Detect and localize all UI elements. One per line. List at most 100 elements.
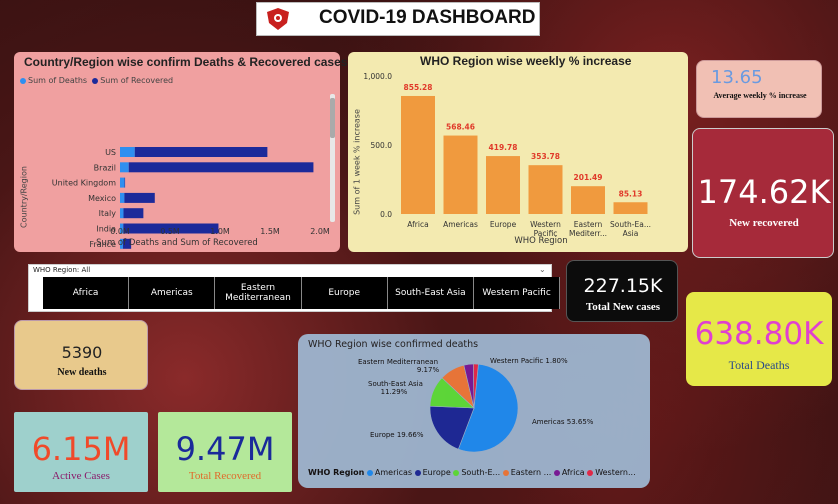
new-recovered-label: New recovered [729, 217, 799, 229]
kpi-total-deaths: 638.80K Total Deaths [686, 292, 832, 386]
pie-data-label: South-East Asia [368, 380, 423, 388]
pie-legend-item[interactable]: Americas [366, 468, 412, 477]
column-y-tick: 0.0 [380, 210, 392, 219]
column-category-label: South-Ea... [610, 220, 651, 229]
pie-legend-items: Americas Europe South-E... Eastern ... A… [366, 468, 636, 477]
total-deaths-label: Total Deaths [728, 358, 790, 372]
bar-chart-scrollbar[interactable] [330, 94, 335, 222]
total-recovered-label: Total Recovered [188, 470, 262, 482]
active-cases-label: Active Cases [52, 470, 110, 482]
bar-recovered[interactable] [124, 192, 155, 203]
kpi-total-new-cases: 227.15K Total New cases [566, 260, 678, 322]
pie-legend-item[interactable]: South-E... [451, 468, 500, 477]
bar-category-label: Mexico [88, 194, 116, 203]
bar-x-tick: 1.0M [210, 227, 230, 236]
bar-deaths[interactable] [120, 162, 129, 173]
bar-chart-plot: USBrazilUnited KingdomMexicoItalyIndiaFr… [52, 147, 330, 249]
column-category-label: Americas [443, 220, 478, 229]
bar-deaths[interactable] [120, 192, 125, 203]
bar-x-tick: 1.5M [260, 227, 280, 236]
column-data-label: 353.78 [531, 152, 560, 161]
dashboard-title: COVID-19 DASHBOARD [319, 7, 536, 28]
bar-recovered[interactable] [123, 208, 144, 219]
pie-data-label: Western Pacific 1.80% [490, 357, 568, 365]
slicer-chevron-down-icon[interactable]: ⌄ [539, 265, 546, 274]
kpi-new-deaths: 5390 New deaths [14, 320, 148, 390]
slicer-item-south-east-asia[interactable]: South-East Asia [387, 277, 474, 309]
slicer-item-western-pacific[interactable]: Western Pacific [474, 277, 561, 309]
dashboard-header: COVID-19 DASHBOARD [256, 2, 540, 36]
country-bar-chart-card: Country/Region wise confirm Deaths & Rec… [14, 52, 347, 252]
bar-recovered[interactable] [128, 162, 314, 173]
slicer-item-africa[interactable]: Africa [43, 277, 130, 309]
kpi-total-recovered: 9.47M Total Recovered [158, 412, 292, 492]
active-cases-value: 6.15M [31, 430, 131, 468]
column-bar[interactable] [613, 202, 648, 214]
bar-recovered[interactable] [134, 147, 268, 157]
column-chart-plot: 1,000.0 500.0 0.0 855.28 Africa 568.46 America… [363, 72, 651, 238]
column-data-label: 201.49 [574, 173, 603, 182]
bar-category-label: US [105, 148, 116, 157]
column-data-label: 85.13 [619, 189, 643, 198]
bar-deaths[interactable] [120, 208, 124, 219]
total-recovered-value: 9.47M [175, 430, 275, 468]
pie-data-label: 9.17% [417, 366, 440, 374]
who-weekly-column-chart-card: WHO Region wise weekly % increase Sum of… [348, 52, 688, 252]
column-category-label: Eastern [574, 220, 603, 229]
bar-x-tick: 0.0M [110, 227, 130, 236]
pie-legend-title: WHO Region [308, 468, 365, 477]
bar-deaths[interactable] [120, 177, 125, 188]
column-data-label: 568.46 [446, 123, 475, 132]
column-data-label: 855.28 [404, 83, 433, 92]
total-new-cases-label: Total New cases [585, 301, 661, 313]
scrollbar-thumb[interactable] [330, 98, 335, 138]
slicer-item-eastern-mediterranean[interactable]: Eastern Mediterranean [215, 277, 302, 309]
column-bar[interactable] [528, 165, 563, 214]
column-data-label: 419.78 [489, 143, 518, 152]
column-category-label: Europe [490, 220, 517, 229]
column-bar[interactable] [401, 95, 435, 214]
bar-deaths[interactable] [120, 147, 135, 157]
pie-legend: WHO Region Americas Europe South-E... Ea… [308, 468, 636, 477]
bar-category-label: United Kingdom [52, 179, 116, 188]
new-deaths-label: New deaths [57, 367, 107, 378]
bar-chart-xlabel: Sum of Deaths and Sum of Recovered [96, 238, 258, 248]
avg-weekly-value: 13.65 [711, 67, 763, 88]
column-category-label: Western [530, 220, 561, 229]
slicer-title: WHO Region: All [33, 266, 91, 274]
column-y-tick: 1,000.0 [363, 72, 392, 81]
column-bar[interactable] [486, 156, 520, 214]
pie-data-label: Europe 19.66% [370, 431, 424, 439]
kpi-new-recovered: 174.62K New recovered [692, 128, 834, 258]
avg-weekly-label: Average weekly % increase [713, 91, 807, 100]
pie-legend-item[interactable]: Europe [412, 468, 451, 477]
bar-x-tick: 2.0M [310, 227, 330, 236]
column-category-label: Africa [407, 220, 428, 229]
slicer-item-americas[interactable]: Americas [129, 277, 216, 309]
pie-legend-item[interactable]: Africa [551, 468, 585, 477]
kpi-avg-weekly: 13.65 Average weekly % increase [696, 60, 822, 118]
kpi-active-cases: 6.15M Active Cases [14, 412, 148, 492]
column-chart-xlabel: WHO Region [514, 236, 568, 246]
pie-chart-plot: Americas 53.65% Europe 19.66% South-East A… [358, 357, 594, 453]
bar-x-tick: 0.5M [160, 227, 180, 236]
new-recovered-value: 174.62K [697, 173, 831, 211]
new-deaths-value: 5390 [61, 343, 103, 362]
column-bar[interactable] [443, 135, 478, 214]
who-deaths-pie-chart-card: WHO Region wise confirmed deaths America… [298, 334, 650, 488]
bar-category-label: Brazil [94, 163, 116, 172]
pie-data-label: Eastern Mediterranean [358, 358, 438, 366]
shield-logo-icon [263, 7, 293, 31]
column-bar[interactable] [571, 186, 605, 214]
total-new-cases-value: 227.15K [583, 275, 663, 297]
who-region-slicer: WHO Region: All ⌄ Africa Americas Eastern … [28, 264, 561, 312]
bar-recovered[interactable] [124, 177, 126, 188]
pie-legend-item[interactable]: Western... [585, 468, 636, 477]
total-deaths-value: 638.80K [694, 316, 824, 352]
pie-data-label: 11.29% [381, 388, 408, 396]
pie-legend-item[interactable]: Eastern ... [500, 468, 551, 477]
slicer-item-europe[interactable]: Europe [301, 277, 388, 309]
bar-category-label: Italy [99, 209, 117, 218]
pie-data-label: Americas 53.65% [532, 418, 594, 426]
column-y-tick: 500.0 [371, 141, 393, 150]
